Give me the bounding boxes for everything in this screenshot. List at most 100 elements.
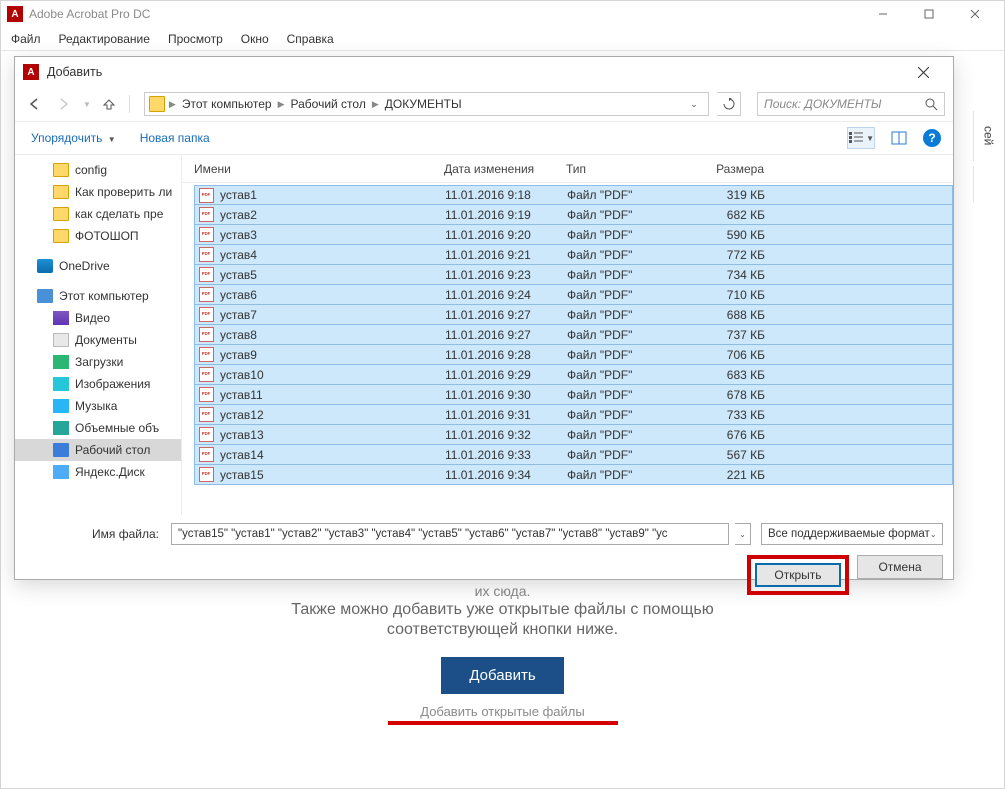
file-row[interactable]: устав911.01.2016 9:28Файл "PDF"706 КБ [194, 345, 953, 365]
chevron-icon[interactable]: ▶ [167, 99, 178, 110]
refresh-button[interactable] [717, 92, 741, 116]
search-icon[interactable] [925, 98, 938, 111]
chevron-icon[interactable]: ▶ [276, 99, 287, 110]
organize-menu[interactable]: Упорядочить ▼ [27, 129, 120, 147]
col-date[interactable]: Дата изменения [444, 162, 566, 176]
tree-item-volumes[interactable]: Объемные объ [15, 417, 181, 439]
help-button[interactable]: ? [923, 129, 941, 147]
file-row[interactable]: устав1511.01.2016 9:34Файл "PDF"221 КБ [194, 465, 953, 485]
file-type: Файл "PDF" [567, 388, 685, 402]
nav-back-button[interactable] [23, 93, 45, 115]
col-size[interactable]: Размера [684, 162, 774, 176]
file-size: 676 КБ [685, 428, 775, 442]
dialog-title-text: Добавить [47, 65, 102, 79]
tree-item-yandex[interactable]: Яндекс.Диск [15, 461, 181, 483]
pdf-icon [199, 188, 214, 203]
tree-item-config[interactable]: config [15, 159, 181, 181]
file-date: 11.01.2016 9:18 [445, 188, 567, 202]
file-date: 11.01.2016 9:27 [445, 328, 567, 342]
chevron-icon[interactable]: ▶ [370, 99, 381, 110]
view-mode-button[interactable]: ▼ [847, 127, 875, 149]
tree-item-music[interactable]: Музыка [15, 395, 181, 417]
file-row[interactable]: устав711.01.2016 9:27Файл "PDF"688 КБ [194, 305, 953, 325]
file-name: устав7 [220, 308, 257, 322]
file-size: 737 КБ [685, 328, 775, 342]
file-row[interactable]: устав411.01.2016 9:21Файл "PDF"772 КБ [194, 245, 953, 265]
breadcrumb-bar[interactable]: ▶ Этот компьютер ▶ Рабочий стол ▶ ДОКУМЕ… [144, 92, 709, 116]
right-panel-tab[interactable]: сей [973, 111, 1003, 161]
file-row[interactable]: устав111.01.2016 9:18Файл "PDF"319 КБ [194, 185, 953, 205]
maximize-button[interactable] [906, 1, 952, 27]
file-row[interactable]: устав511.01.2016 9:23Файл "PDF"734 КБ [194, 265, 953, 285]
col-name[interactable]: Имени [194, 162, 444, 176]
breadcrumb-thispc[interactable]: Этот компьютер [178, 97, 276, 111]
file-row[interactable]: устав311.01.2016 9:20Файл "PDF"590 КБ [194, 225, 953, 245]
menu-edit[interactable]: Редактирование [57, 30, 152, 48]
filename-input[interactable]: "устав15" "устав1" "устав2" "устав3" "ус… [171, 523, 729, 545]
pdf-icon [199, 387, 214, 402]
pdf-icon [199, 327, 214, 342]
dialog-close-button[interactable] [901, 57, 945, 87]
col-type[interactable]: Тип [566, 162, 684, 176]
breadcrumb-desktop[interactable]: Рабочий стол [287, 97, 370, 111]
pc-icon [37, 289, 53, 303]
tree-item-photoshop[interactable]: ФОТОШОП [15, 225, 181, 247]
file-row[interactable]: устав611.01.2016 9:24Файл "PDF"710 КБ [194, 285, 953, 305]
close-button[interactable] [952, 1, 998, 27]
filename-label: Имя файла: [25, 527, 165, 541]
file-row[interactable]: устав1211.01.2016 9:31Файл "PDF"733 КБ [194, 405, 953, 425]
preview-pane-button[interactable] [885, 127, 913, 149]
menu-view[interactable]: Просмотр [166, 30, 225, 48]
tree-item-documents[interactable]: Документы [15, 329, 181, 351]
file-type: Файл "PDF" [567, 308, 685, 322]
menu-help[interactable]: Справка [285, 30, 336, 48]
minimize-button[interactable] [860, 1, 906, 27]
file-list: устав111.01.2016 9:18Файл "PDF"319 КБуст… [182, 183, 953, 485]
tree-item-desktop[interactable]: Рабочий стол [15, 439, 181, 461]
nav-forward-button[interactable] [53, 93, 75, 115]
search-input[interactable]: Поиск: ДОКУМЕНТЫ [757, 92, 945, 116]
file-row[interactable]: устав1311.01.2016 9:32Файл "PDF"676 КБ [194, 425, 953, 445]
tree-item-video[interactable]: Видео [15, 307, 181, 329]
filename-history-dropdown[interactable]: ⌄ [735, 523, 751, 545]
add-files-button[interactable]: Добавить [441, 657, 563, 694]
tree-item-onedrive[interactable]: OneDrive [15, 255, 181, 277]
acrobat-logo-icon: A [7, 6, 23, 22]
annotation-underline [388, 721, 618, 725]
filetype-filter[interactable]: Все поддерживаемые формат⌄ [761, 523, 943, 545]
menu-file[interactable]: Файл [9, 30, 43, 48]
folder-icon [53, 185, 69, 199]
cancel-button[interactable]: Отмена [857, 555, 943, 579]
file-name: устав4 [220, 248, 257, 262]
pdf-icon [199, 467, 214, 482]
file-type: Файл "PDF" [567, 268, 685, 282]
file-row[interactable]: устав811.01.2016 9:27Файл "PDF"737 КБ [194, 325, 953, 345]
open-button[interactable]: Открыть [755, 563, 841, 587]
folder-icon [149, 96, 165, 112]
pdf-icon [199, 287, 214, 302]
nav-up-button[interactable] [99, 94, 119, 114]
nav-history-dropdown[interactable]: ▼ [83, 100, 91, 109]
tree-item-howmake[interactable]: как сделать пре [15, 203, 181, 225]
tree-item-howcheck[interactable]: Как проверить ли [15, 181, 181, 203]
tree-item-downloads[interactable]: Загрузки [15, 351, 181, 373]
add-open-files-link[interactable]: Добавить открытые файлы [1, 704, 1004, 719]
file-row[interactable]: устав211.01.2016 9:19Файл "PDF"682 КБ [194, 205, 953, 225]
tree-item-images[interactable]: Изображения [15, 373, 181, 395]
file-name: устав5 [220, 268, 257, 282]
file-date: 11.01.2016 9:21 [445, 248, 567, 262]
file-row[interactable]: устав1411.01.2016 9:33Файл "PDF"567 КБ [194, 445, 953, 465]
breadcrumb-documents[interactable]: ДОКУМЕНТЫ [381, 97, 466, 111]
file-name: устав2 [220, 208, 257, 222]
menu-window[interactable]: Окно [239, 30, 271, 48]
path-dropdown-button[interactable]: ⌄ [684, 99, 704, 110]
file-row[interactable]: устав1111.01.2016 9:30Файл "PDF"678 КБ [194, 385, 953, 405]
file-row[interactable]: устав1011.01.2016 9:29Файл "PDF"683 КБ [194, 365, 953, 385]
tree-item-thispc[interactable]: Этот компьютер [15, 285, 181, 307]
new-folder-button[interactable]: Новая папка [136, 129, 214, 147]
folder-icon [53, 163, 69, 177]
dialog-titlebar[interactable]: A Добавить [15, 57, 953, 87]
video-icon [53, 311, 69, 325]
file-size: 678 КБ [685, 388, 775, 402]
window-controls [860, 1, 998, 27]
